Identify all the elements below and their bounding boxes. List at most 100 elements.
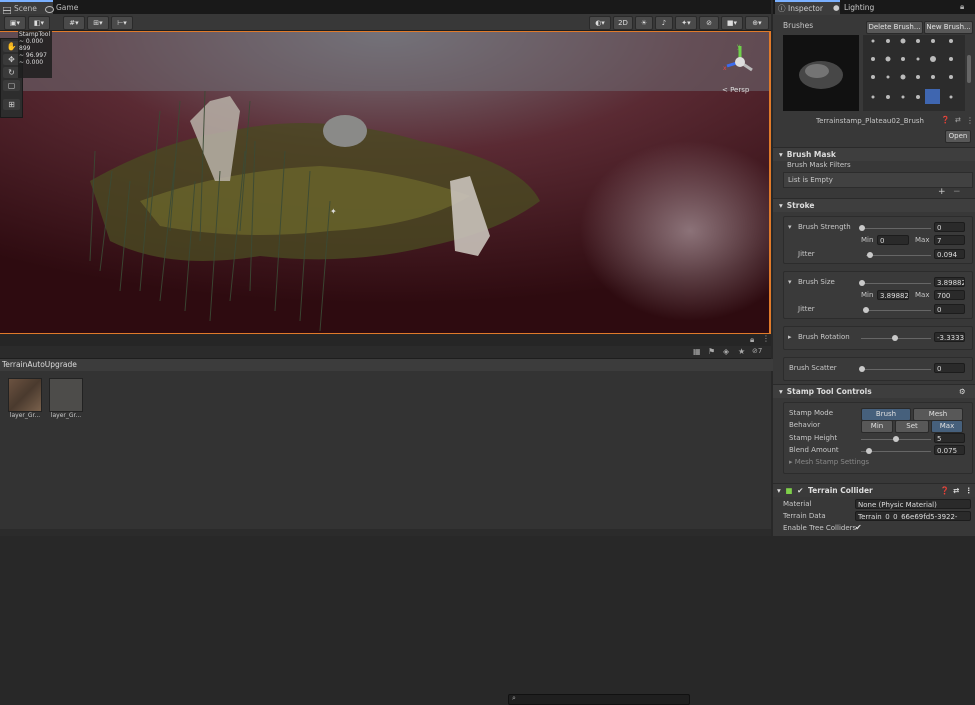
strength-min-field[interactable]: 0 bbox=[877, 235, 909, 245]
terrain-collider-header[interactable]: ▾ ■ ✔ Terrain Collider ❓ ⇄ ⋮ bbox=[773, 483, 975, 497]
asset-item[interactable]: layer_Gr... bbox=[49, 378, 83, 419]
favorite-star-icon[interactable]: ★ bbox=[738, 347, 745, 356]
snap-dropdown[interactable]: ⊞▾ bbox=[87, 16, 109, 30]
brush-rotation-label: Brush Rotation bbox=[798, 333, 850, 341]
slider-knob[interactable] bbox=[867, 252, 873, 258]
audio-toggle-icon[interactable]: ♪ bbox=[655, 16, 673, 30]
stamp-controls-header[interactable]: ▾ Stamp Tool Controls ⚙ bbox=[773, 384, 975, 398]
size-jitter-slider[interactable] bbox=[866, 310, 931, 311]
brush-grid[interactable] bbox=[863, 35, 965, 111]
lock-icon[interactable]: 🔒︎ bbox=[750, 335, 754, 345]
brush-mask-header[interactable]: ▾ Brush Mask bbox=[773, 147, 975, 161]
custom-tool-icon[interactable]: ⊞ bbox=[3, 99, 20, 110]
component-enabled-checkbox[interactable]: ✔ bbox=[797, 486, 803, 495]
slider-knob[interactable] bbox=[859, 225, 865, 231]
camera-dropdown[interactable]: ■▾ bbox=[721, 16, 743, 30]
brush-mask-filters-label: Brush Mask Filters bbox=[787, 161, 851, 169]
foldout-arrow-icon: ▾ bbox=[777, 486, 781, 495]
max-label: Max bbox=[915, 291, 930, 299]
toggle-2d-button[interactable]: 2D bbox=[613, 16, 633, 30]
brush-scatter-field[interactable]: 0 bbox=[934, 363, 965, 373]
lighting-toggle-icon[interactable]: ☀ bbox=[635, 16, 653, 30]
tag-icon[interactable]: ◈ bbox=[723, 347, 729, 356]
strength-jitter-slider[interactable] bbox=[866, 255, 931, 256]
mesh-stamp-settings-foldout[interactable]: ▸ Mesh Stamp Settings bbox=[789, 458, 869, 466]
help-icon[interactable]: ❓ bbox=[941, 116, 950, 124]
terrain-data-label: Terrain Data bbox=[783, 512, 826, 520]
size-jitter-field[interactable]: 0 bbox=[934, 304, 965, 314]
strength-max-field[interactable]: 7 bbox=[934, 235, 965, 245]
lock-icon[interactable]: 🔒︎ bbox=[960, 2, 964, 12]
filter-type-icon[interactable]: ▦ bbox=[693, 347, 701, 356]
size-min-field[interactable]: 3.89882 bbox=[877, 290, 909, 300]
behavior-set-button[interactable]: Set bbox=[895, 420, 929, 433]
increment-dropdown[interactable]: ⊢▾ bbox=[111, 16, 133, 30]
slider-knob[interactable] bbox=[866, 448, 872, 454]
draw-mode-dropdown[interactable]: ◐▾ bbox=[589, 16, 611, 30]
scene-viewport[interactable]: ✦ bbox=[0, 31, 771, 334]
brush-strength-slider[interactable] bbox=[861, 228, 931, 229]
slider-knob[interactable] bbox=[892, 335, 898, 341]
breadcrumb[interactable]: TerrainAutoUpgrade bbox=[0, 359, 773, 371]
new-brush-button[interactable]: New Brush... bbox=[924, 21, 973, 34]
brush-strength-field[interactable]: 0 bbox=[934, 222, 965, 232]
terrain-collider-title: Terrain Collider bbox=[808, 486, 873, 495]
stroke-header[interactable]: ▾ Stroke bbox=[773, 198, 975, 212]
stamp-height-field[interactable]: 5 bbox=[934, 433, 965, 443]
perspective-label[interactable]: < Persp bbox=[722, 86, 749, 94]
foldout-arrow-icon[interactable]: ▾ bbox=[788, 223, 792, 231]
rect-tool-icon[interactable]: ▢ bbox=[3, 80, 20, 91]
gear-icon[interactable]: ⚙ bbox=[959, 385, 966, 398]
brush-grid-scrollbar[interactable] bbox=[967, 55, 971, 83]
strength-jitter-field[interactable]: 0.094 bbox=[934, 249, 965, 259]
stamp-controls-title: Stamp Tool Controls bbox=[786, 387, 872, 396]
tab-game[interactable]: Game bbox=[42, 1, 92, 14]
overlay-value: 899 bbox=[19, 45, 31, 52]
preset-icon[interactable]: ⇄ bbox=[955, 116, 961, 124]
open-button[interactable]: Open bbox=[945, 130, 971, 143]
grid-dropdown[interactable]: #▾ bbox=[63, 16, 85, 30]
brush-size-field[interactable]: 3.89882 bbox=[934, 277, 965, 287]
effects-dropdown[interactable]: ✦▾ bbox=[675, 16, 697, 30]
enable-tree-colliders-checkbox[interactable]: ✔ bbox=[855, 523, 862, 532]
hidden-objects-icon[interactable]: ⊘ bbox=[699, 16, 719, 30]
foldout-arrow-icon[interactable]: ▾ bbox=[788, 278, 792, 286]
slider-knob[interactable] bbox=[859, 366, 865, 372]
preset-icon[interactable]: ⇄ bbox=[953, 484, 959, 497]
project-search-input[interactable]: ⌕ bbox=[508, 694, 690, 705]
orientation-gizmo[interactable]: x y bbox=[722, 42, 758, 78]
terrain-data-field[interactable]: Terrain_0_0_66e69fd5-3922- bbox=[855, 511, 971, 521]
blend-amount-field[interactable]: 0.075 bbox=[934, 445, 965, 455]
pivot-dropdown[interactable]: ◧▾ bbox=[28, 16, 50, 30]
filter-label-icon[interactable]: ⚑ bbox=[708, 347, 715, 356]
foldout-arrow-icon[interactable]: ▸ bbox=[788, 333, 792, 341]
material-field[interactable]: None (Physic Material) bbox=[855, 499, 971, 509]
more-options-icon[interactable]: ⋮ bbox=[762, 334, 770, 343]
more-options-icon[interactable]: ⋮ bbox=[966, 116, 974, 125]
slider-knob[interactable] bbox=[893, 436, 899, 442]
remove-filter-button[interactable]: − bbox=[953, 187, 961, 197]
gizmos-dropdown[interactable]: ⊕▾ bbox=[745, 16, 769, 30]
delete-brush-button[interactable]: Delete Brush... bbox=[866, 21, 923, 34]
slider-knob[interactable] bbox=[863, 307, 869, 313]
hidden-count-badge[interactable]: ⊘7 bbox=[752, 347, 762, 355]
brush-scatter-label: Brush Scatter bbox=[789, 364, 837, 372]
help-icon[interactable]: ❓ bbox=[940, 484, 949, 497]
brush-size-slider[interactable] bbox=[861, 283, 931, 284]
project-footer bbox=[0, 529, 771, 536]
asset-thumbnail bbox=[49, 378, 83, 412]
breadcrumb-folder: TerrainAutoUpgrade bbox=[2, 360, 77, 369]
mode-mesh-label: Mesh bbox=[928, 410, 948, 418]
slider-knob[interactable] bbox=[859, 280, 865, 286]
more-options-icon[interactable]: ⋮ bbox=[965, 484, 973, 497]
tab-lighting[interactable]: ● Lighting bbox=[831, 1, 894, 14]
open-label: Open bbox=[948, 132, 968, 140]
brush-rotation-field[interactable]: -3.3333 bbox=[934, 332, 965, 342]
asset-item[interactable]: layer_Gr... bbox=[8, 378, 42, 419]
brush-scatter-slider[interactable] bbox=[861, 369, 931, 370]
size-max-field[interactable]: 700 bbox=[934, 290, 965, 300]
behavior-min-button[interactable]: Min bbox=[861, 420, 893, 433]
add-filter-button[interactable]: + bbox=[938, 187, 946, 197]
behavior-max-button[interactable]: Max bbox=[931, 420, 963, 433]
tool-handle-dropdown[interactable]: ▣▾ bbox=[4, 16, 26, 30]
